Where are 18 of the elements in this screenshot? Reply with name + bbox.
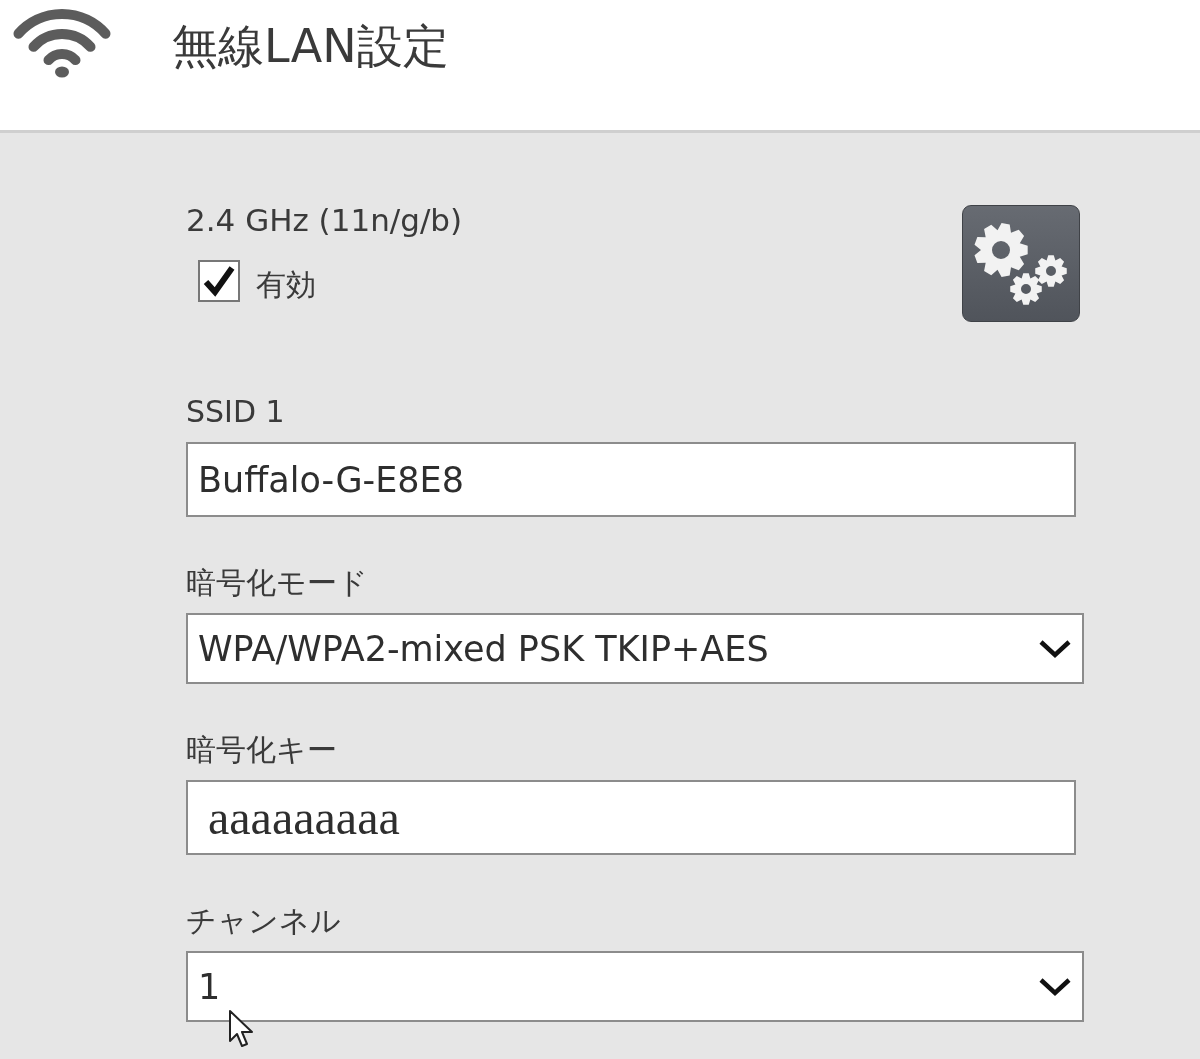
checkbox[interactable] (198, 260, 240, 302)
settings-button[interactable] (962, 205, 1080, 322)
mouse-pointer-icon (228, 1009, 256, 1049)
password-field[interactable]: aaaaaaaaa (186, 780, 1076, 855)
field-label: 暗号化キー (186, 731, 337, 769)
text-field[interactable]: Buffalo-G-E8E8 (186, 442, 1076, 517)
checkbox-label: 有効 (256, 266, 316, 304)
field-label: 暗号化モード (186, 564, 368, 602)
field-label: SSID 1 (186, 393, 285, 431)
select-field[interactable]: WPA/WPA2-mixed PSK TKIP+AES (186, 613, 1084, 684)
page-title: 無線LAN設定 (172, 18, 449, 75)
select-field[interactable]: 1 (186, 951, 1084, 1022)
band-label: 2.4 GHz (11n/g/b) (186, 201, 463, 240)
chevron-down-icon (1038, 638, 1072, 659)
field-label: チャンネル (186, 902, 341, 940)
gears-icon (974, 221, 1068, 306)
chevron-down-icon (1038, 976, 1072, 997)
check-icon (203, 265, 235, 297)
